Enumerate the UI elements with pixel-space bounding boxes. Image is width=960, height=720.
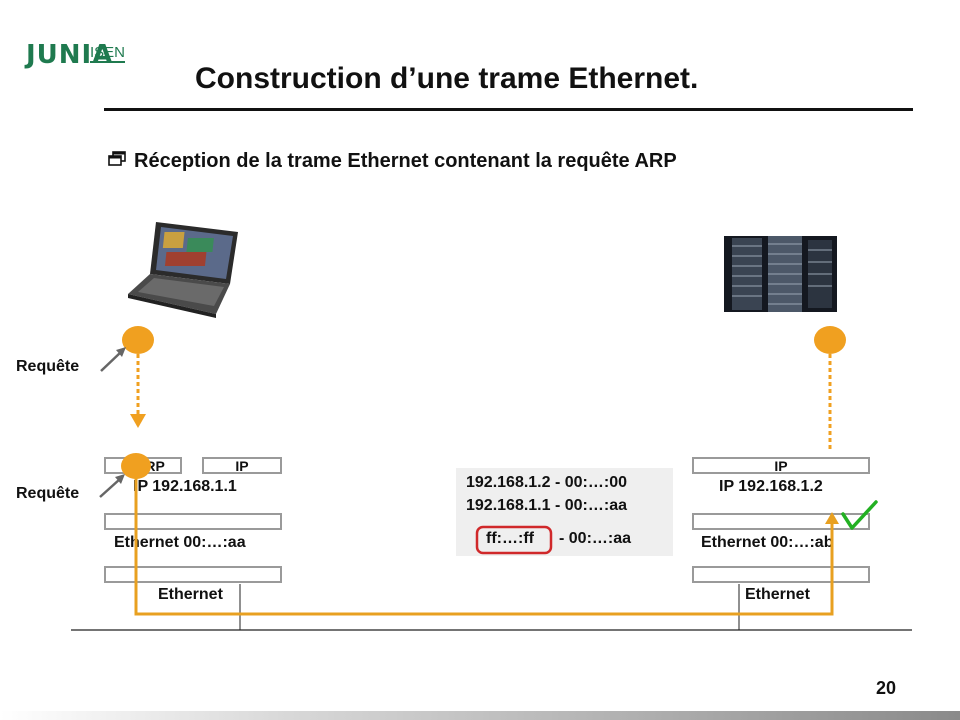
broadcast-highlight [475,525,553,555]
left-bottom-circle [121,453,151,479]
right-top-circle [814,326,846,354]
left-top-circle [122,326,154,354]
footer-gradient-bar [0,711,960,720]
frame-path-arrowhead [825,512,839,524]
check-icon [841,500,878,530]
left-dotted-arrowhead [130,414,146,428]
page-number: 20 [876,678,897,698]
diagram-overlay [71,326,912,631]
request-pointer-bottom [99,478,121,498]
request-pointer-top [100,351,122,372]
